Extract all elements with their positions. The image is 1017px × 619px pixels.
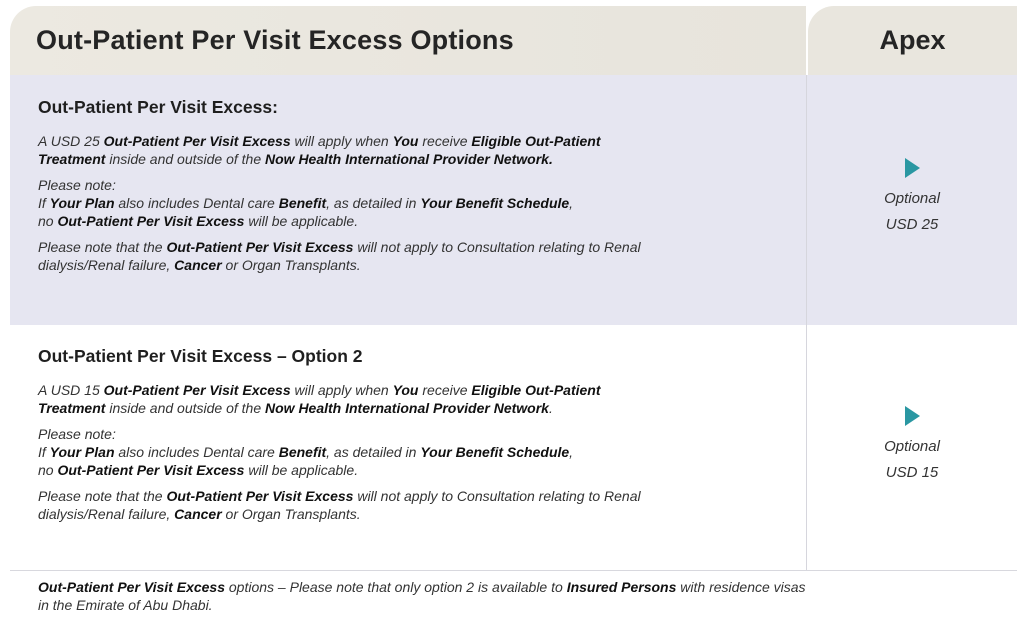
term: Your Plan [49,195,115,211]
text: A USD 15 [38,382,104,398]
term: Now Health International Provider Networ… [265,400,549,416]
section-title: Out-Patient Per Visit Excess: [38,97,278,117]
text: inside and outside of the [105,400,265,416]
status-label: Optional [884,437,940,455]
exclusion-paragraph: Please note that the Out-Patient Per Vis… [38,487,778,523]
play-arrow-icon [904,158,920,178]
note-label: Please note: [38,426,116,442]
text: , [569,444,574,460]
term: Insured Persons [566,579,677,595]
term: Out-Patient Per Visit Excess [166,488,354,504]
text: A USD 25 [38,133,104,149]
note-paragraph: Please note: If Your Plan also includes … [38,425,778,479]
term: Your Plan [49,444,115,460]
term: Now Health International Provider Networ… [265,151,553,167]
term: Out-Patient Per Visit Excess [57,462,245,478]
text: . [548,400,553,416]
exclusion-paragraph: Please note that the Out-Patient Per Vis… [38,238,778,274]
text: If [38,195,50,211]
note-label: Please note: [38,177,116,193]
term: Treatment [38,151,106,167]
text: dialysis/Renal failure, [38,257,175,273]
text: dialysis/Renal failure, [38,506,175,522]
text: will not apply to Consultation relating … [353,239,641,255]
term: Out-Patient Per Visit Excess [166,239,354,255]
term: Eligible Out-Patient [471,133,601,149]
text: , as detailed in [326,444,421,460]
text: receive [418,133,472,149]
plan-name: Apex [879,25,946,55]
excess-paragraph: A USD 15 Out-Patient Per Visit Excess wi… [38,381,778,417]
text: will apply when [290,133,393,149]
text: also includes Dental care [114,195,279,211]
text: options – Please note that only option 2… [225,579,567,595]
table-row: Out-Patient Per Visit Excess: A USD 25 O… [10,75,1017,325]
row-description: Out-Patient Per Visit Excess – Option 2 … [10,325,807,570]
text: will apply when [290,382,393,398]
table-header-title-cell: Out-Patient Per Visit Excess Options [10,6,806,75]
note-paragraph: Please note: If Your Plan also includes … [38,176,778,230]
term: You [392,382,419,398]
table-header-plan-cell: Apex [808,6,1017,75]
divider [10,570,1017,571]
page-title: Out-Patient Per Visit Excess Options [36,25,514,55]
text: in the Emirate of Abu Dhabi. [38,597,213,613]
status-label: Optional [884,190,940,207]
term: Your Benefit Schedule [420,444,570,460]
term: Your Benefit Schedule [420,195,570,211]
text: with residence visas [676,579,806,595]
term: Cancer [174,257,222,273]
text: or Organ Transplants. [221,506,361,522]
section-title: Out-Patient Per Visit Excess – Option 2 [38,346,363,366]
text: receive [418,382,472,398]
term: Cancer [174,506,222,522]
text: will be applicable. [244,213,359,229]
play-arrow-icon [904,405,920,426]
term: Benefit [278,195,327,211]
table-row: Out-Patient Per Visit Excess – Option 2 … [10,325,1017,570]
text: If [38,444,50,460]
excess-paragraph: A USD 25 Out-Patient Per Visit Excess wi… [38,132,778,168]
term: Out-Patient Per Visit Excess [38,579,225,595]
text: no [38,213,58,229]
text: , as detailed in [326,195,421,211]
row-description: Out-Patient Per Visit Excess: A USD 25 O… [10,75,807,325]
plan-value-cell: Optional USD 25 [807,75,1017,325]
term: Out-Patient Per Visit Excess [103,382,291,398]
amount-label: USD 15 [885,463,939,481]
text: will be applicable. [244,462,359,478]
term: Treatment [38,400,106,416]
text: inside and outside of the [105,151,265,167]
plan-value-cell: Optional USD 15 [807,325,1017,570]
text: will not apply to Consultation relating … [353,488,641,504]
text: no [38,462,58,478]
amount-label: USD 25 [885,216,939,233]
term: Eligible Out-Patient [471,382,601,398]
text: Please note that the [38,239,167,255]
term: Out-Patient Per Visit Excess [103,133,291,149]
term: You [392,133,419,149]
term: Out-Patient Per Visit Excess [57,213,245,229]
text: or Organ Transplants. [221,257,361,273]
text: Please note that the [38,488,167,504]
text: , [569,195,574,211]
footnote: Out-Patient Per Visit Excess options – P… [38,578,988,614]
text: also includes Dental care [114,444,279,460]
term: Benefit [278,444,327,460]
